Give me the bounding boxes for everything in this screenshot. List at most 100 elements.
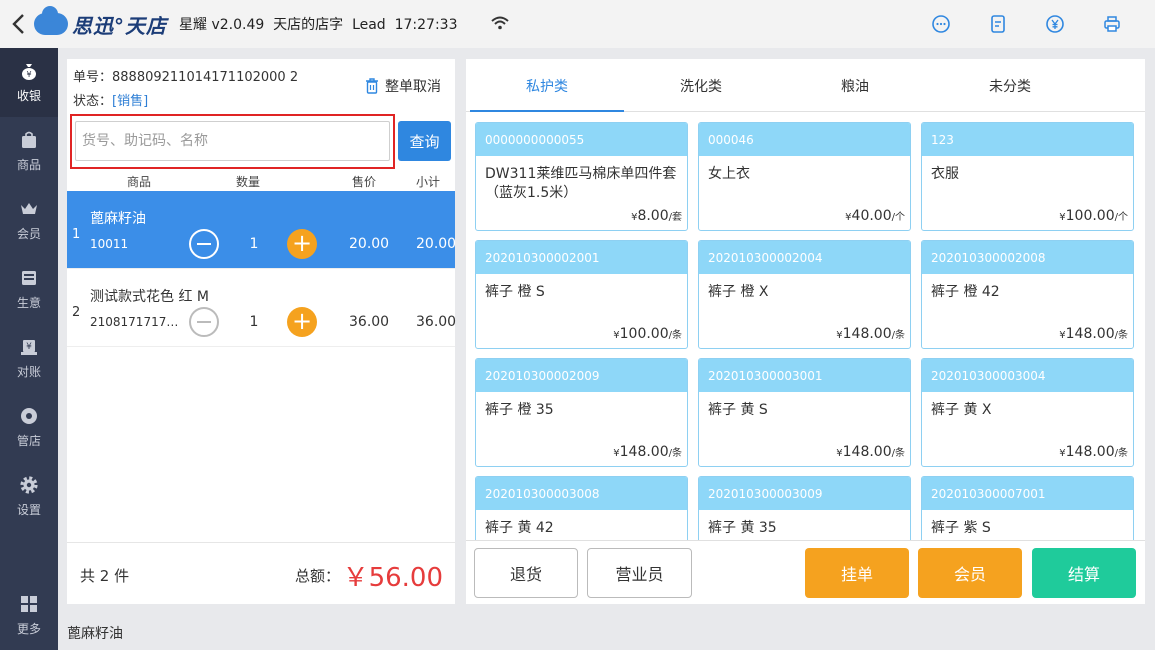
increase-quantity-button[interactable]: + [287,229,317,259]
product-grid: 0000000000055 DW311莱维匹马棉床单四件套（蓝灰1.5米） ¥8.0… [466,112,1145,540]
tab-personal-care[interactable]: 私护类 [470,59,624,112]
store-icon [19,406,39,426]
app-info: 星耀 v2.0.49 天店的店字 Lead 17:27:33 [179,17,458,33]
sidebar-item-checkout[interactable]: ¥ 收银 [0,48,58,117]
order-number-value: 888809211014171102000 2 [112,70,299,85]
product-card[interactable]: 0000000000055 DW311莱维匹马棉床单四件套（蓝灰1.5米） ¥8.0… [475,122,688,231]
grid-icon [19,594,39,614]
tab-cosmetics[interactable]: 洗化类 [624,59,778,112]
trash-icon [366,78,378,94]
row-product-name: 蓖麻籽油 [90,211,146,227]
product-card[interactable]: 202010300002008 裤子 橙 42 ¥148.00/条 [921,240,1134,349]
order-summary: 共 2 件 总额： ￥56.00 [67,542,455,604]
increase-quantity-button[interactable]: + [287,307,317,337]
product-price-value: 148.00 [842,326,892,342]
cancel-order-button[interactable]: 整单取消 [365,76,441,96]
clerk-button[interactable]: 营业员 [587,548,692,598]
sidebar-item-business[interactable]: 生意 [0,255,58,324]
order-info: 单号：888809211014171102000 2 状态：[销售] 整单取消 [67,59,455,113]
product-card[interactable]: 202010300002004 裤子 橙 X ¥148.00/条 [698,240,911,349]
product-name: 裤子 橙 X [708,284,769,300]
sidebar-item-label: 更多 [16,622,41,636]
printer-icon[interactable] [1098,10,1126,38]
row-product-code: 210817171743... [90,315,185,329]
product-price-value: 8.00 [637,208,669,224]
product-card[interactable]: 202010300003004 裤子 黄 X ¥148.00/条 [921,358,1134,467]
row-quantity: 1 [249,314,259,330]
yuan-icon[interactable] [1041,10,1069,38]
decrease-quantity-button[interactable] [189,229,219,259]
sidebar-item-members[interactable]: 会员 [0,186,58,255]
sidebar-item-reconcile[interactable]: ¥ 对账 [0,324,58,393]
product-price: ¥148.00/条 [836,326,905,342]
register-icon [19,268,39,288]
document-icon[interactable] [984,10,1012,38]
svg-text:¥: ¥ [26,70,31,79]
tab-uncategorized[interactable]: 未分类 [933,59,1087,112]
product-card[interactable]: 123 衣服 ¥100.00/个 [921,122,1134,231]
product-card[interactable]: 202010300002009 裤子 橙 35 ¥148.00/条 [475,358,688,467]
product-name: 裤子 黄 42 [485,520,554,536]
query-button[interactable]: 查询 [398,121,451,161]
sidebar: ¥ 收银 商品 会员 生意 ¥ 对账 管店 设置 更多 [0,48,58,650]
sidebar-item-more[interactable]: 更多 [0,581,58,650]
decrease-quantity-button[interactable] [189,307,219,337]
return-button[interactable]: 退货 [474,548,578,598]
row-quantity: 1 [249,236,259,252]
checkout-button[interactable]: 结算 [1032,548,1136,598]
hold-order-button[interactable]: 挂单 [805,548,909,598]
sidebar-item-settings[interactable]: 设置 [0,462,58,531]
product-card[interactable]: 202010300003008 裤子 黄 42 [475,476,688,540]
cloud-logo-icon [34,6,68,35]
item-count: 共 2 件 [80,567,130,585]
product-card[interactable]: 202010300002001 裤子 橙 S ¥100.00/条 [475,240,688,349]
order-status: 状态：[销售] [73,90,148,109]
product-name: 裤子 橙 42 [931,284,1000,300]
row-subtotal: 36.00 [416,314,457,330]
product-price: ¥148.00/条 [836,444,905,460]
product-card[interactable]: 202010300007001 裤子 紫 S [921,476,1134,540]
product-name: 裤子 黄 X [931,402,992,418]
sidebar-item-products[interactable]: 商品 [0,117,58,186]
product-card[interactable]: 202010300003009 裤子 黄 35 [698,476,911,540]
order-number-label: 单号： [73,70,113,85]
product-code: 202010300003009 [699,477,910,510]
column-header-subtotal: 小计 [416,175,441,189]
table-row[interactable]: 1 蓖麻籽油 10011 1 + 20.00 20.00 [67,191,457,269]
product-code: 123 [922,123,1133,156]
product-price: ¥40.00/个 [845,208,905,224]
selected-item-label: 蓖麻籽油 [67,626,123,642]
product-name: 女上衣 [708,166,750,182]
product-card[interactable]: 000046 女上衣 ¥40.00/个 [698,122,911,231]
product-code: 202010300003001 [699,359,910,392]
svg-text:¥: ¥ [26,342,32,352]
row-subtotal: 20.00 [416,236,457,252]
product-code: 000046 [699,123,910,156]
product-price: ¥100.00/个 [1059,208,1128,224]
sidebar-item-label: 生意 [16,296,41,310]
top-bar: 思迅°天店 星耀 v2.0.49 天店的店字 Lead 17:27:33 [0,0,1155,48]
product-unit: /个 [891,212,905,223]
product-card[interactable]: 202010300003001 裤子 黄 S ¥148.00/条 [698,358,911,467]
product-name: 裤子 黄 35 [708,520,777,536]
back-icon[interactable] [4,0,32,48]
product-price: ¥148.00/条 [1059,326,1128,342]
member-button[interactable]: 会员 [918,548,1022,598]
product-unit: /条 [668,330,682,341]
chat-icon[interactable] [927,10,955,38]
product-code: 202010300003004 [922,359,1133,392]
product-unit: /个 [1114,212,1128,223]
shopping-bag-icon [19,130,39,150]
product-unit: /条 [891,330,905,341]
product-price-value: 148.00 [842,444,892,460]
table-row[interactable]: 2 测试款式花色 红 M 210817171743... 1 + 36.00 3… [67,269,457,347]
product-name: 裤子 橙 S [485,284,545,300]
product-price-value: 40.00 [851,208,892,224]
sidebar-item-store[interactable]: 管店 [0,393,58,462]
product-unit: /套 [668,212,682,223]
product-price-value: 100.00 [1065,208,1115,224]
search-input[interactable] [75,121,390,161]
tab-grain-oil[interactable]: 粮油 [778,59,932,112]
app-logo: 思迅°天店 [34,6,167,39]
column-header-product: 商品 [127,175,152,189]
